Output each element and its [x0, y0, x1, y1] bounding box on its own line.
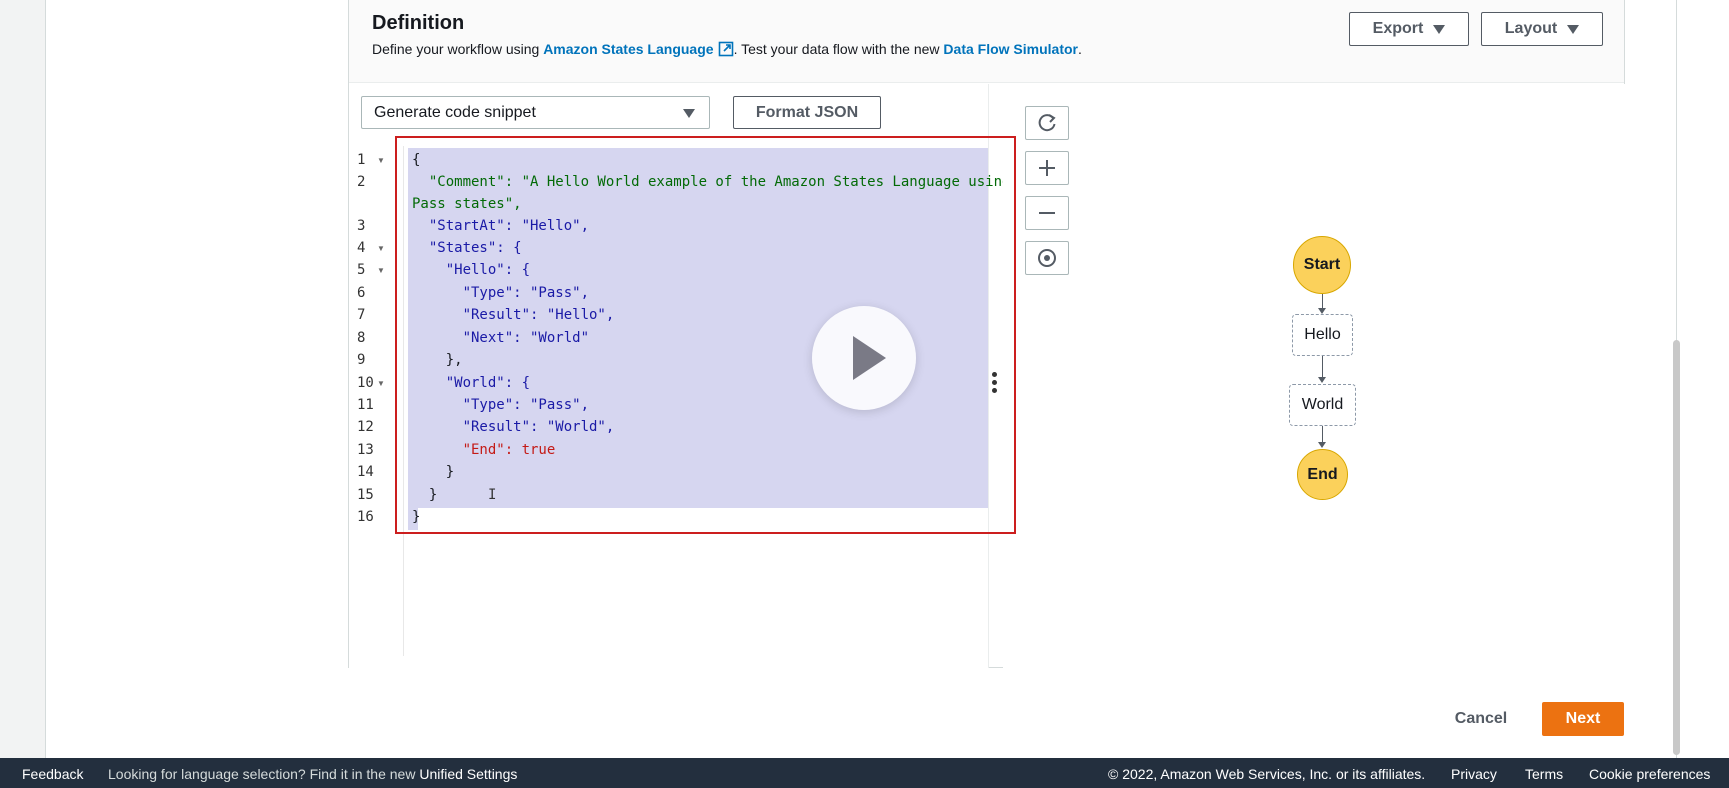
desc-prefix: Define your workflow using: [372, 41, 544, 57]
cancel-button[interactable]: Cancel: [1445, 702, 1517, 736]
text-cursor-icon: I: [488, 487, 497, 503]
graph-edge: [1322, 426, 1323, 442]
resize-handle-icon[interactable]: [992, 372, 998, 394]
layout-button[interactable]: Layout: [1481, 12, 1603, 46]
fold-icon[interactable]: ▼: [377, 379, 385, 388]
zoom-in-icon[interactable]: [1025, 151, 1069, 185]
desc-suffix: .: [1078, 41, 1082, 57]
export-button[interactable]: Export: [1349, 12, 1469, 46]
chevron-down-icon: [1433, 24, 1446, 34]
refresh-icon[interactable]: [1025, 106, 1069, 140]
asl-link[interactable]: Amazon States Language: [543, 41, 713, 57]
arrow-icon: [1318, 442, 1326, 448]
line-number: 6: [357, 285, 366, 301]
unified-settings-link[interactable]: Unified Settings: [419, 766, 517, 782]
line-number: 8: [357, 330, 366, 346]
cookie-preferences-link[interactable]: Cookie preferences: [1589, 766, 1710, 782]
play-icon[interactable]: [812, 306, 916, 410]
line-number: 15: [357, 487, 374, 503]
right-rail: [1676, 0, 1729, 758]
fold-icon[interactable]: ▼: [377, 266, 385, 275]
line-number: 9: [357, 352, 366, 368]
line-number: 13: [357, 442, 374, 458]
page: Definition Define your workflow using Am…: [0, 0, 1729, 788]
line-number: 12: [357, 419, 374, 435]
graph-node-world[interactable]: World: [1289, 384, 1356, 426]
graph-edge: [1322, 356, 1323, 378]
page-scrollbar[interactable]: [1673, 340, 1680, 755]
definition-description: Define your workflow using Amazon States…: [372, 41, 1082, 57]
code-snippet-label: Generate code snippet: [374, 103, 536, 121]
line-number: 14: [357, 464, 374, 480]
line-number: 7: [357, 307, 366, 323]
center-icon[interactable]: [1025, 241, 1069, 275]
export-label: Export: [1372, 20, 1424, 37]
definition-title: Definition: [372, 12, 465, 34]
graph-node-start[interactable]: Start: [1293, 236, 1351, 294]
highlight-annotation-box: [395, 136, 1016, 534]
language-message-text: Looking for language selection? Find it …: [108, 766, 420, 782]
graph-node-end[interactable]: End: [1297, 449, 1348, 500]
code-snippet-select[interactable]: Generate code snippet: [361, 96, 710, 129]
graph-edge: [1322, 294, 1323, 308]
copyright-text: © 2022, Amazon Web Services, Inc. or its…: [1108, 766, 1426, 782]
format-json-button[interactable]: Format JSON: [733, 96, 881, 129]
line-number: 11: [357, 397, 374, 413]
next-button[interactable]: Next: [1542, 702, 1624, 736]
external-link-icon[interactable]: [718, 41, 734, 57]
graph-node-hello[interactable]: Hello: [1292, 314, 1353, 356]
line-number: 16: [357, 509, 374, 525]
layout-label: Layout: [1504, 20, 1558, 37]
terms-link[interactable]: Terms: [1525, 766, 1563, 782]
chevron-down-icon: [683, 109, 695, 118]
data-flow-simulator-link[interactable]: Data Flow Simulator: [943, 41, 1078, 57]
left-rail: [0, 0, 46, 758]
fold-icon[interactable]: ▼: [377, 244, 385, 253]
arrow-icon: [1318, 377, 1326, 383]
language-message: Looking for language selection? Find it …: [108, 766, 517, 782]
desc-mid: . Test your data flow with the new: [733, 41, 944, 57]
feedback-link[interactable]: Feedback: [22, 766, 83, 782]
zoom-out-icon[interactable]: [1025, 196, 1069, 230]
fold-icon[interactable]: ▼: [377, 156, 385, 165]
footer: Feedback Looking for language selection?…: [0, 758, 1729, 788]
line-number: 3: [357, 218, 366, 234]
definition-header: Definition Define your workflow using Am…: [349, 0, 1624, 83]
workflow-graph-area[interactable]: [1003, 84, 1625, 668]
format-json-label: Format JSON: [755, 103, 859, 121]
chevron-down-icon: [1567, 24, 1580, 34]
privacy-link[interactable]: Privacy: [1451, 766, 1497, 782]
line-number: 2: [357, 174, 366, 190]
